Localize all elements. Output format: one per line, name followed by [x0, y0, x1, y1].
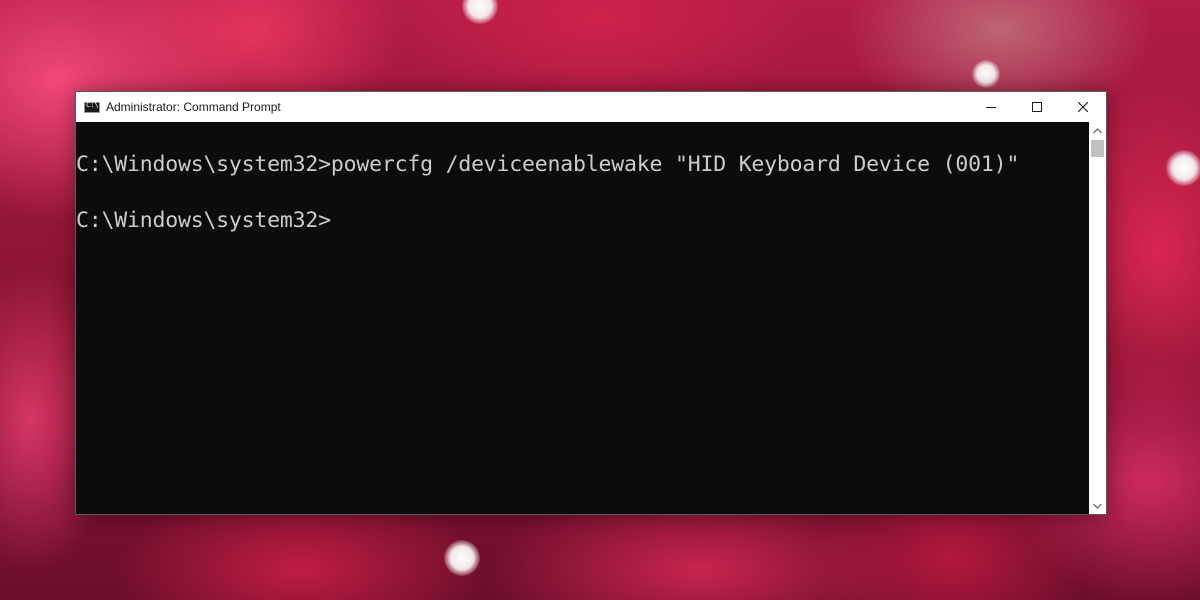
scroll-down-button[interactable]	[1089, 497, 1106, 514]
title-bar[interactable]: Administrator: Command Prompt	[76, 92, 1106, 122]
close-button[interactable]	[1060, 92, 1106, 122]
chevron-up-icon	[1093, 127, 1102, 133]
minimize-icon	[986, 107, 996, 108]
console-prompt-line: C:\Windows\system32>	[76, 208, 331, 233]
flower-decoration	[1166, 150, 1200, 186]
command-prompt-window[interactable]: Administrator: Command Prompt C:\Window	[75, 91, 1107, 515]
chevron-down-icon	[1093, 503, 1102, 509]
maximize-button[interactable]	[1014, 92, 1060, 122]
close-icon	[1078, 102, 1088, 112]
window-title: Administrator: Command Prompt	[106, 100, 281, 114]
flower-decoration	[462, 0, 498, 24]
maximize-icon	[1032, 102, 1042, 112]
flower-decoration	[444, 540, 480, 576]
scroll-thumb[interactable]	[1091, 140, 1104, 157]
console-output[interactable]: C:\Windows\system32>powercfg /deviceenab…	[76, 122, 1090, 514]
flower-decoration	[972, 60, 1000, 88]
minimize-button[interactable]	[968, 92, 1014, 122]
vertical-scrollbar[interactable]	[1089, 122, 1106, 514]
console-line: C:\Windows\system32>powercfg /deviceenab…	[76, 152, 1020, 177]
window-controls	[968, 92, 1106, 122]
scroll-up-button[interactable]	[1089, 122, 1106, 139]
command-prompt-icon[interactable]	[84, 101, 100, 113]
